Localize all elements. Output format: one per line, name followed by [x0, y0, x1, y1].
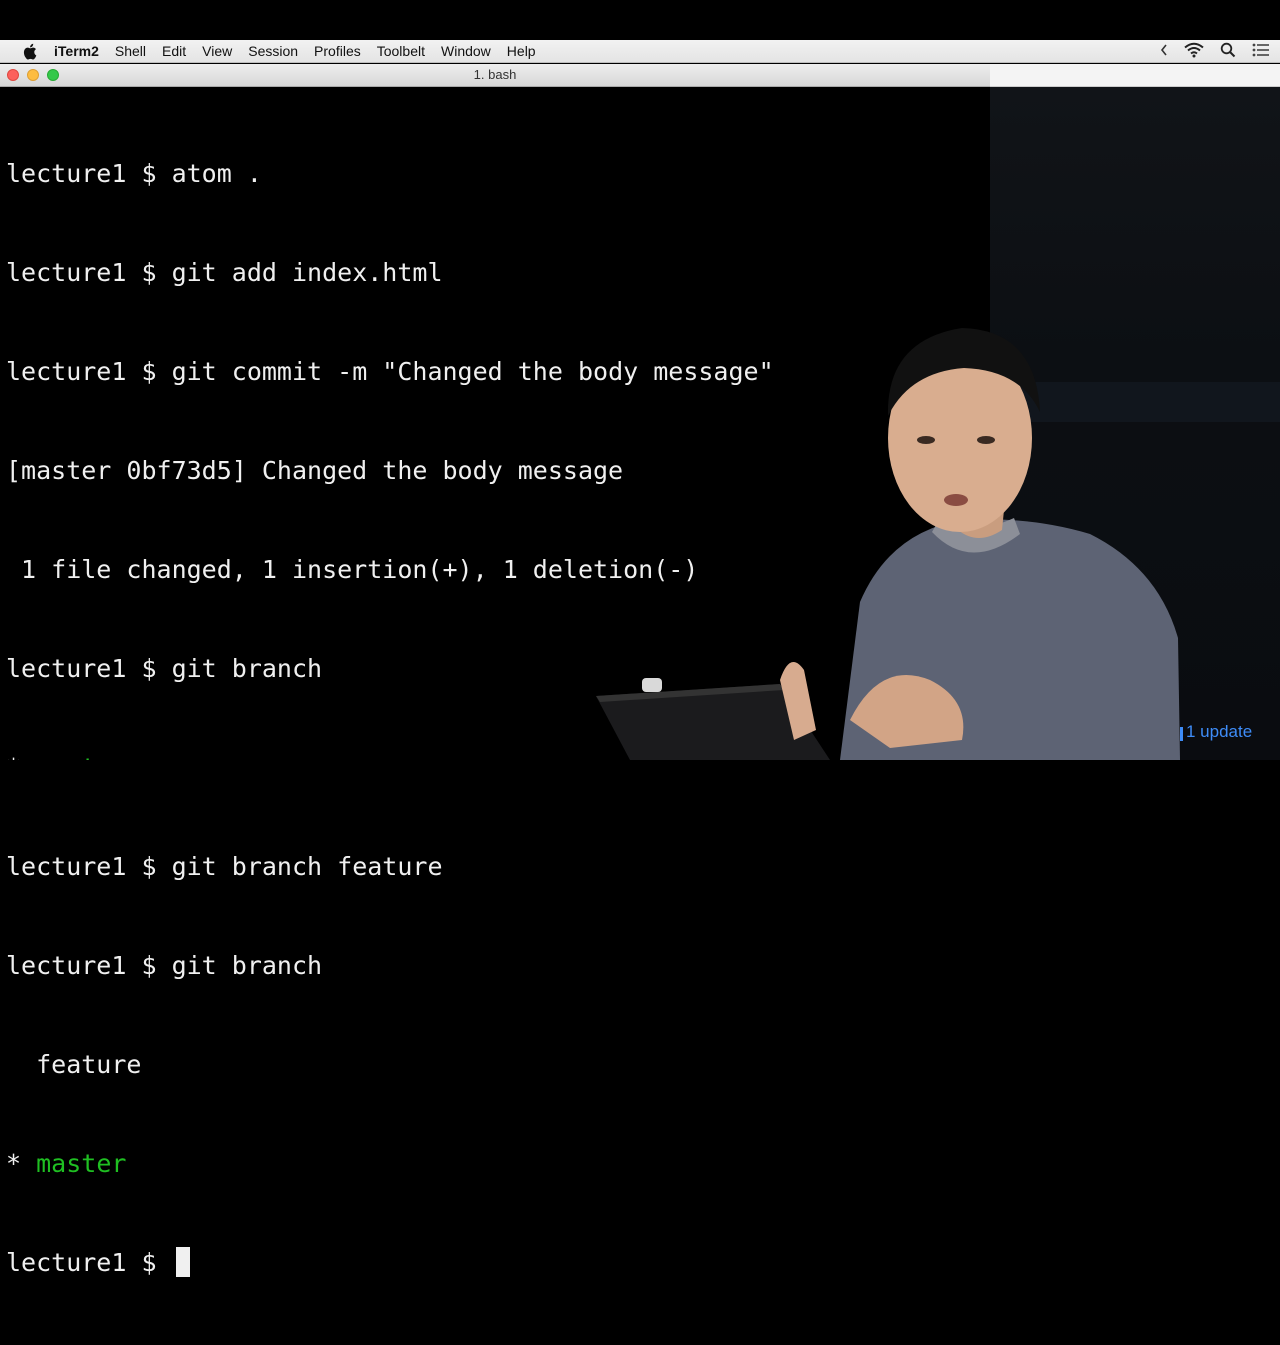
- terminal-title-bar: 1. bash: [0, 64, 990, 87]
- terminal-line: lecture1 $: [6, 1246, 774, 1279]
- prompt: lecture1 $: [6, 654, 172, 683]
- prompt: lecture1 $: [6, 951, 172, 980]
- terminal-line: lecture1 $ atom .: [6, 157, 774, 190]
- terminal-line: feature: [6, 1048, 774, 1081]
- presenter-image: [596, 328, 1180, 760]
- text-cursor: [175, 1247, 190, 1277]
- command-text: git add index.html: [171, 258, 443, 287]
- menu-help[interactable]: Help: [507, 43, 536, 59]
- branch-marker: *: [6, 1149, 37, 1178]
- prompt: lecture1 $: [6, 159, 172, 188]
- menu-shell[interactable]: Shell: [115, 43, 146, 59]
- notification-center-icon[interactable]: [1252, 43, 1270, 60]
- chevron-left-icon[interactable]: [1160, 43, 1168, 59]
- current-branch-name: master: [36, 1149, 127, 1178]
- video-letterbox-top: [0, 0, 1280, 40]
- terminal-line: * master: [6, 1147, 774, 1180]
- menu-toolbelt[interactable]: Toolbelt: [377, 43, 425, 59]
- prompt: lecture1 $: [6, 852, 172, 881]
- output-text: feature: [6, 1050, 142, 1079]
- update-notification-link[interactable]: 1 update: [1186, 722, 1252, 742]
- menu-window[interactable]: Window: [441, 43, 491, 59]
- update-indicator-bar: [1180, 727, 1183, 741]
- prompt: lecture1 $: [6, 1248, 172, 1277]
- wifi-icon[interactable]: [1184, 42, 1204, 61]
- terminal-line: lecture1 $ git add index.html: [6, 256, 774, 289]
- command-text: git branch feature: [171, 852, 443, 881]
- apple-menu-icon[interactable]: [20, 43, 38, 60]
- command-text: atom .: [171, 159, 262, 188]
- menu-app-name[interactable]: iTerm2: [54, 43, 99, 59]
- window-title: 1. bash: [473, 67, 517, 82]
- spotlight-search-icon[interactable]: [1220, 42, 1236, 61]
- menu-view[interactable]: View: [202, 43, 232, 59]
- menu-session[interactable]: Session: [248, 43, 298, 59]
- menu-edit[interactable]: Edit: [162, 43, 186, 59]
- terminal-line: lecture1 $ git branch feature: [6, 850, 774, 883]
- output-text: [master 0bf73d5] Changed the body messag…: [6, 456, 624, 485]
- status-area: [1160, 40, 1270, 62]
- terminal-line: lecture1 $ git branch: [6, 949, 774, 982]
- command-text: git branch: [171, 654, 323, 683]
- prompt: lecture1 $: [6, 357, 172, 386]
- menu-profiles[interactable]: Profiles: [314, 43, 361, 59]
- video-letterbox-bottom: [0, 760, 1280, 800]
- menu-bar: iTerm2 Shell Edit View Session Profiles …: [0, 40, 1280, 63]
- background-window-edge: [990, 64, 1280, 87]
- command-text: git branch: [171, 951, 323, 980]
- prompt: lecture1 $: [6, 258, 172, 287]
